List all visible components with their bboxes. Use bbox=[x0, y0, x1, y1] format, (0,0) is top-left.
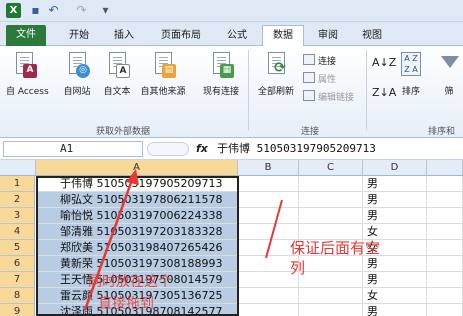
connections-button[interactable]: 连接 bbox=[303, 54, 336, 68]
refresh-all-button[interactable]: ⟳ 全部刷新 bbox=[254, 50, 298, 97]
sort-ascending-icon: A↓Z bbox=[372, 56, 397, 69]
undo-icon[interactable]: ↶ bbox=[46, 3, 61, 18]
existing-connections-button[interactable]: ▦ 现有连接 bbox=[198, 50, 244, 97]
group-label-sort: 排序和 bbox=[428, 127, 456, 137]
from-web-button[interactable]: ◎ 自网站 bbox=[60, 50, 94, 97]
from-text-label: 自文本 bbox=[103, 87, 131, 97]
filter-label: 筛 bbox=[444, 87, 454, 97]
access-icon: A bbox=[11, 50, 37, 80]
filter-button[interactable]: 筛 bbox=[436, 50, 462, 97]
group-label-connections: 连接 bbox=[301, 127, 320, 137]
sort-descending-icon: Z↓A bbox=[372, 86, 397, 99]
sort-button[interactable]: A ZZ A 排序 bbox=[398, 50, 424, 97]
from-web-label: 自网站 bbox=[63, 87, 91, 97]
from-other-sources-label: 自其他来源 bbox=[140, 87, 186, 97]
save-icon[interactable]: ▪ bbox=[28, 3, 43, 18]
formula-bar: A1 fx 于伟博 510503197905209713 bbox=[0, 138, 463, 160]
edit-links-button[interactable]: 编辑链接 bbox=[303, 90, 354, 104]
properties-button[interactable]: 属性 bbox=[303, 72, 336, 86]
ribbon-tabs: 文件 开始 插入 页面布局 公式 数据 审阅 视图 bbox=[0, 22, 463, 46]
ribbon-data: A 自 Access ◎ 自网站 A 自文本 ▤ 自其他来源 ▦ 现有连接 获取… bbox=[0, 46, 463, 138]
tab-formulas[interactable]: 公式 bbox=[220, 26, 254, 46]
edit-links-label: 编辑链接 bbox=[318, 93, 355, 103]
tab-insert[interactable]: 插入 bbox=[107, 26, 141, 46]
other-sources-icon: ▤ bbox=[150, 50, 176, 80]
formula-content[interactable]: 于伟博 510503197905209713 bbox=[217, 141, 376, 157]
web-icon: ◎ bbox=[64, 50, 90, 80]
annotation-arrow bbox=[83, 169, 283, 311]
refresh-icon: ⟳ bbox=[263, 50, 289, 80]
sort-icon: A ZZ A bbox=[398, 50, 424, 80]
from-access-label: 自 Access bbox=[6, 87, 49, 97]
edit-links-icon bbox=[303, 90, 315, 101]
group-label-get-external-data: 获取外部数据 bbox=[96, 127, 151, 137]
refresh-all-label: 全部刷新 bbox=[257, 87, 294, 97]
formula-bar-toggle[interactable] bbox=[147, 142, 189, 156]
annotation-text-left-1: 同时放在这个 bbox=[88, 274, 172, 290]
group-separator bbox=[366, 50, 367, 130]
existing-connections-icon: ▦ bbox=[208, 50, 234, 80]
name-box[interactable]: A1 bbox=[3, 141, 143, 157]
from-text-button[interactable]: A 自文本 bbox=[100, 50, 134, 97]
excel-logo-icon: X bbox=[6, 3, 21, 18]
tab-file[interactable]: 文件 bbox=[6, 25, 46, 46]
text-file-icon: A bbox=[104, 50, 130, 80]
insert-function-icon[interactable]: fx bbox=[196, 141, 208, 157]
sort-descending-button[interactable]: Z↓A bbox=[372, 86, 396, 100]
annotation-text-right-1: 保证后面有空 bbox=[290, 239, 381, 257]
tab-home[interactable]: 开始 bbox=[62, 26, 96, 46]
annotation-text-left-2: 直接拖到 bbox=[98, 296, 154, 312]
tab-view[interactable]: 视图 bbox=[355, 26, 389, 46]
connections-label: 连接 bbox=[318, 57, 337, 67]
customize-toolbar-icon[interactable]: ▾ bbox=[98, 3, 113, 18]
filter-icon bbox=[436, 50, 462, 80]
sort-label: 排序 bbox=[401, 87, 420, 97]
annotation-text-right-2: 列 bbox=[290, 259, 306, 277]
tab-review[interactable]: 审阅 bbox=[311, 26, 345, 46]
tab-page-layout[interactable]: 页面布局 bbox=[153, 26, 209, 46]
quick-access-toolbar: X ▪ ↶ ↷ ▾ bbox=[0, 0, 463, 22]
properties-label: 属性 bbox=[318, 75, 337, 85]
spreadsheet-grid: A B C D 1 于伟博 510503197905209713 男 2 柳弘文 510… bbox=[0, 160, 463, 316]
tab-data[interactable]: 数据 bbox=[262, 25, 304, 46]
from-access-button[interactable]: A 自 Access bbox=[6, 50, 49, 97]
redo-icon[interactable]: ↷ bbox=[74, 3, 89, 18]
from-other-sources-button[interactable]: ▤ 自其他来源 bbox=[138, 50, 188, 97]
existing-connections-label: 现有连接 bbox=[202, 87, 239, 97]
connections-icon bbox=[303, 54, 315, 65]
properties-icon bbox=[303, 72, 315, 83]
sort-ascending-button[interactable]: A↓Z bbox=[372, 56, 396, 70]
group-separator bbox=[248, 50, 249, 130]
